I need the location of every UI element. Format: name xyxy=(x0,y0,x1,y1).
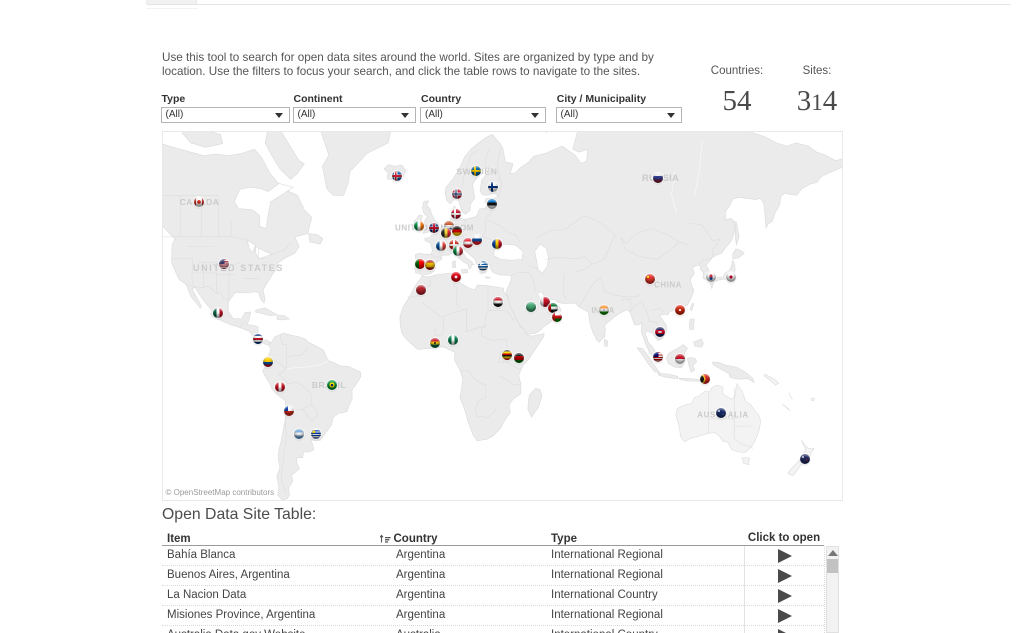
svg-text:UNITED STATES: UNITED STATES xyxy=(193,263,284,273)
svg-text:CHINA: CHINA xyxy=(654,281,682,290)
